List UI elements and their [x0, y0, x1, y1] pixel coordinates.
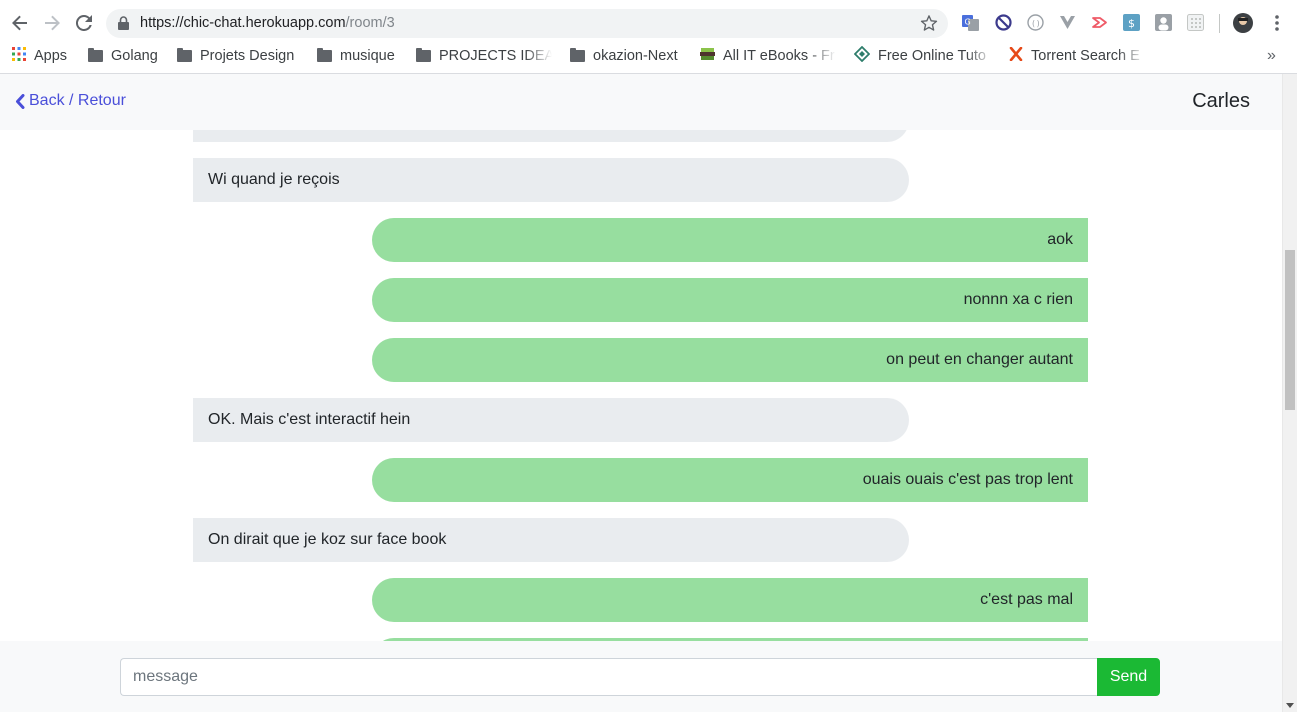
message-text: ouais ouais c'est pas trop lent	[862, 471, 1073, 488]
bookmarks-overflow-button[interactable]: »	[1267, 46, 1276, 66]
bookmark-star-icon[interactable]	[920, 14, 938, 37]
send-button[interactable]: Send	[1097, 658, 1160, 696]
back-link-label: Back / Retour	[29, 92, 126, 109]
message-bubble-incoming: OK. Mais c'est interactif hein	[193, 398, 909, 442]
back-link[interactable]: Back / Retour	[15, 92, 126, 110]
url-path: /room/3	[345, 15, 395, 31]
bookmark-label: Apps	[34, 48, 68, 64]
url-text: https://chic-chat.herokuapp.com/room/3	[140, 15, 395, 31]
message-input[interactable]	[120, 658, 1098, 696]
chevron-left-icon	[16, 93, 25, 109]
message-bubble-partial	[193, 130, 909, 142]
svg-text:(): ()	[1031, 19, 1041, 28]
bookmarks-bar: Apps Golang Projets Design musique PROJE…	[0, 43, 1297, 69]
bookmark-projets-design[interactable]: Projets Design	[177, 46, 294, 66]
vue-devtools-icon[interactable]	[1059, 14, 1076, 31]
apps-grid-icon	[12, 47, 26, 65]
block-extension-icon[interactable]	[995, 14, 1012, 31]
folder-icon	[177, 48, 192, 62]
bookmark-label: Golang	[111, 48, 158, 64]
bookmark-label: All IT eBooks - Fr	[723, 48, 835, 64]
message-text: On dirait que je koz sur face book	[208, 531, 447, 548]
message-bubble-outgoing: c'est pas mal	[372, 578, 1088, 622]
message-text: aok	[1047, 231, 1073, 248]
stackedit-extension-icon[interactable]: $	[1123, 14, 1140, 31]
diamond-icon	[854, 46, 871, 66]
grid-extension-icon[interactable]	[1187, 14, 1204, 31]
code-extension-icon[interactable]: ()	[1027, 14, 1044, 31]
scroll-down-arrow-icon[interactable]	[1286, 703, 1294, 708]
folder-icon	[317, 48, 332, 62]
bookmark-apps[interactable]: Apps	[12, 46, 67, 66]
chat-header: Back / Retour Carles	[0, 74, 1282, 130]
page-scrollbar[interactable]	[1282, 74, 1297, 712]
folder-icon	[416, 48, 431, 62]
lock-icon	[118, 16, 129, 35]
message-bubble-incoming: Wi quand je reçois	[193, 158, 909, 202]
message-text: nonnn xa c rien	[963, 291, 1073, 308]
bookmark-free-online-tuto[interactable]: Free Online Tuto	[854, 46, 994, 66]
folder-icon	[88, 48, 103, 62]
profile-extension-icon[interactable]	[1155, 14, 1172, 31]
svg-text:$: $	[1128, 17, 1135, 30]
message-text: OK. Mais c'est interactif hein	[208, 411, 411, 428]
message-text: c'est pas mal	[980, 591, 1073, 608]
translate-extension-icon[interactable]: G	[962, 14, 979, 31]
menu-kebab-icon[interactable]	[1268, 14, 1285, 31]
message-bubble-outgoing: ouais ouais c'est pas trop lent	[372, 458, 1088, 502]
bookmark-label: okazion-Next	[593, 48, 678, 64]
bookmark-label: PROJECTS IDEAS	[439, 48, 552, 64]
bookmark-label: Projets Design	[200, 48, 295, 64]
folder-icon	[570, 48, 585, 62]
bookmark-okazion-next[interactable]: okazion-Next	[570, 46, 678, 66]
x-icon	[1009, 46, 1023, 65]
contact-name: Carles	[1192, 90, 1250, 112]
message-list[interactable]: Wi quand je reçois aok nonnn xa c rien o…	[0, 130, 1282, 641]
url-host: https://chic-chat.herokuapp.com	[140, 15, 346, 31]
browser-chrome: https://chic-chat.herokuapp.com/room/3 G…	[0, 0, 1297, 74]
message-composer: Send	[0, 641, 1282, 712]
svg-text:G: G	[965, 18, 971, 27]
bookmark-all-it-ebooks[interactable]: All IT eBooks - Fr	[700, 46, 836, 66]
reload-icon[interactable]	[71, 10, 97, 36]
toolbar-separator	[1219, 14, 1220, 33]
message-bubble-outgoing: aok	[372, 218, 1088, 262]
message-bubble-outgoing: nonnn xa c rien	[372, 278, 1088, 322]
bookmark-golang[interactable]: Golang	[88, 46, 158, 66]
arrow-extension-icon[interactable]	[1091, 14, 1108, 31]
message-text: on peut en changer autant	[886, 351, 1073, 368]
message-text: Wi quand je reçois	[208, 171, 340, 188]
bookmark-label: musique	[340, 48, 395, 64]
address-bar[interactable]: https://chic-chat.herokuapp.com/room/3	[106, 9, 948, 38]
message-bubble-incoming: On dirait que je koz sur face book	[193, 518, 909, 562]
bookmark-label: Torrent Search E	[1031, 48, 1140, 64]
forward-arrow-icon[interactable]	[39, 10, 65, 36]
scrollbar-thumb[interactable]	[1285, 250, 1295, 410]
ebooks-icon	[700, 47, 715, 65]
bookmark-projects-ideas[interactable]: PROJECTS IDEAS	[416, 46, 552, 66]
message-bubble-outgoing: on peut en changer autant	[372, 338, 1088, 382]
bookmark-torrent-search[interactable]: Torrent Search E	[1009, 46, 1145, 66]
back-arrow-icon[interactable]	[7, 10, 33, 36]
bookmark-label: Free Online Tuto	[878, 48, 986, 64]
bookmark-musique[interactable]: musique	[317, 46, 395, 66]
user-avatar-icon[interactable]	[1233, 13, 1253, 33]
